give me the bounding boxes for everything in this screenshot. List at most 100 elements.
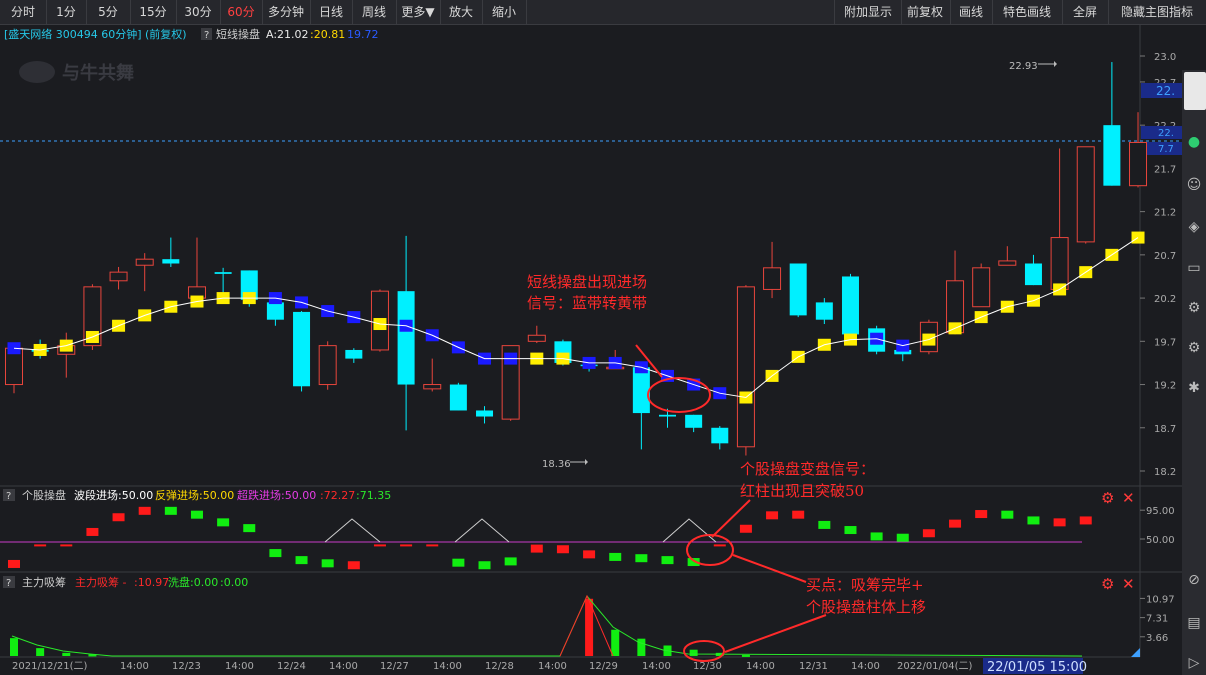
gear-icon[interactable]: ⚙	[1182, 338, 1206, 358]
svg-text:主力吸筹: 主力吸筹	[22, 575, 66, 589]
candle-body	[266, 302, 284, 320]
oscillator-block	[1027, 516, 1040, 525]
oscillator-block	[321, 559, 334, 568]
x-tick-label: 14:00	[746, 661, 775, 672]
oscillator-block	[844, 526, 857, 535]
candle-body	[135, 258, 154, 266]
panel3-settings-icon[interactable]: ⚙	[1101, 575, 1114, 593]
oscillator-block	[269, 549, 282, 558]
svg-text:22.93: 22.93	[1009, 61, 1038, 72]
settings-icon[interactable]: ⚙	[1182, 298, 1206, 318]
oscillator-block	[112, 513, 125, 522]
svg-text::71.35: :71.35	[356, 489, 391, 502]
star-icon[interactable]: ✱	[1182, 378, 1206, 398]
svg-text:主力吸筹 -: 主力吸筹 -	[75, 575, 126, 589]
candle-body	[162, 259, 180, 264]
oscillator-block	[164, 506, 177, 515]
annotation-buy-point: 买点：吸筹完毕+ 个股操盘柱体上移	[683, 576, 926, 662]
candle-body	[659, 414, 676, 417]
candle-body	[1024, 263, 1042, 286]
oscillator-block	[792, 510, 805, 519]
panel2-settings-icon[interactable]: ⚙	[1101, 489, 1114, 507]
watermark-text: 与牛共舞	[62, 62, 134, 84]
oscillator-block	[8, 559, 20, 568]
x-tick-label: 14:00	[225, 661, 254, 672]
cube-icon[interactable]: ◈	[1182, 217, 1206, 237]
oscillator-block	[530, 544, 543, 553]
svg-text:个股操盘变盘信号：: 个股操盘变盘信号：	[740, 460, 875, 478]
oscillator-block	[556, 545, 569, 554]
candle-body	[318, 345, 337, 386]
x-tick-label: 14:00	[642, 661, 671, 672]
note-icon[interactable]: ▤	[1182, 613, 1206, 633]
chat-icon[interactable]: ●	[1182, 132, 1206, 152]
panel3-close-icon[interactable]: ✕	[1122, 575, 1135, 593]
oscillator-block	[583, 550, 596, 559]
oscillator-block	[766, 511, 779, 520]
candle-body	[972, 267, 991, 308]
accumulation-bar	[637, 638, 646, 656]
y-tick-label: 50.00	[1146, 535, 1175, 546]
svg-text:红柱出现且突破50: 红柱出现且突破50	[740, 482, 864, 500]
panel3-bars	[10, 598, 750, 657]
oscillator-block	[949, 519, 962, 528]
oscillator-block	[217, 518, 230, 527]
cursor-time-label: 22/01/05 15:00	[987, 660, 1087, 675]
candle-body	[397, 291, 415, 385]
main-y-axis: 23.022.722.221.721.220.720.219.719.218.7…	[1140, 52, 1176, 478]
link-icon[interactable]: ⊘	[1182, 570, 1206, 590]
candlestick-series	[5, 62, 1148, 456]
high-marker: 22.93	[1009, 61, 1057, 72]
oscillator-block	[922, 529, 935, 538]
candle-body	[214, 272, 232, 274]
value-c: 19.72	[347, 28, 379, 41]
x-tick-label: 14:00	[433, 661, 462, 672]
svg-text:22.: 22.	[1156, 84, 1175, 98]
candle-body	[1129, 141, 1148, 187]
svg-text:22.: 22.	[1158, 128, 1174, 139]
svg-text::72.27: :72.27	[320, 489, 355, 502]
candle-body	[685, 414, 703, 428]
value-a: A:21.02	[266, 28, 309, 41]
oscillator-block	[1001, 510, 1014, 519]
oscillator-block	[347, 561, 360, 570]
x-tick-label: 14:00	[851, 661, 880, 672]
indicator-name: 短线操盘	[216, 27, 260, 41]
avatar[interactable]	[1184, 72, 1206, 110]
svg-text::0.00: :0.00	[220, 576, 248, 589]
user-icon[interactable]: ☺	[1182, 175, 1206, 195]
candle-body	[449, 384, 467, 411]
chart-area[interactable]: 与牛共舞 [盛天网络 300494 60分钟] (前复权) ? 短线操盘 A:2…	[0, 0, 1206, 675]
triangle-marker	[662, 518, 717, 543]
accumulation-bar	[689, 649, 698, 656]
y-tick-label: 21.7	[1154, 164, 1176, 175]
svg-text:个股操盘: 个股操盘	[22, 488, 66, 502]
panel3-header: ? 主力吸筹 主力吸筹 - :10.97 洗盘:0.00 :0.00 ⚙ ✕	[3, 575, 1135, 593]
panel2-y-axis: 95.00 50.00	[1140, 506, 1175, 546]
y-tick-label: 19.2	[1154, 381, 1176, 392]
y-tick-label: 18.2	[1154, 467, 1176, 478]
folder-icon[interactable]: ▭	[1182, 258, 1206, 278]
value-b: :20.81	[310, 28, 345, 41]
highlight-circle	[686, 534, 734, 566]
main-panel-header: [盛天网络 300494 60分钟] (前复权) ? 短线操盘 A:21.02 …	[4, 27, 379, 41]
accumulation-bar	[62, 652, 71, 656]
svg-text:波段进场:50.00: 波段进场:50.00	[74, 488, 153, 502]
oscillator-block	[739, 524, 752, 533]
candle-body	[423, 384, 442, 390]
y-tick-label: 10.97	[1146, 594, 1175, 605]
y-tick-label: 3.66	[1146, 633, 1168, 644]
oscillator-block	[1053, 518, 1066, 527]
scroll-corner-icon[interactable]	[1131, 648, 1140, 657]
x-tick-label: 2022/01/04(二)	[897, 661, 973, 672]
y-tick-label: 95.00	[1146, 506, 1175, 517]
candle-body	[789, 263, 807, 316]
oscillator-block	[818, 520, 831, 529]
play-icon[interactable]: ▷	[1182, 653, 1206, 673]
y-tick-label: 21.2	[1154, 208, 1176, 219]
panel2-bars	[8, 506, 1092, 570]
candle-body	[711, 427, 729, 444]
panel2-close-icon[interactable]: ✕	[1122, 489, 1135, 507]
highlight-circle	[647, 377, 711, 413]
oscillator-block	[896, 533, 909, 542]
